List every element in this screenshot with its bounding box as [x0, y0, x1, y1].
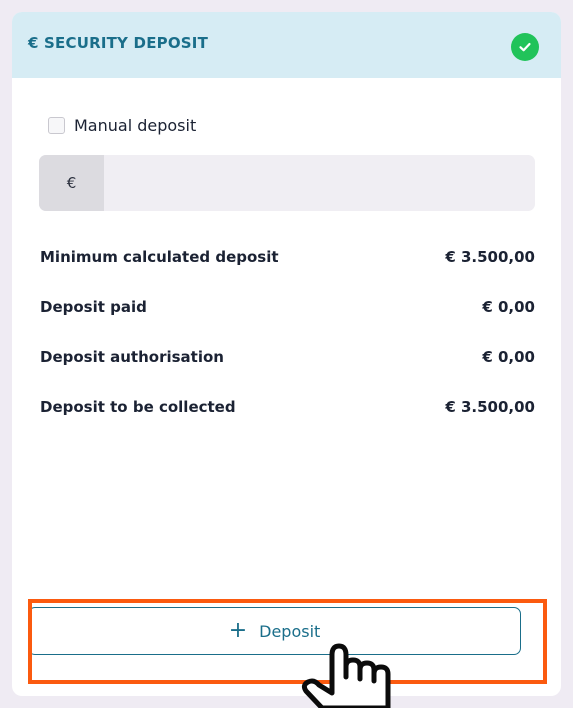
- summary-value: € 3.500,00: [445, 398, 535, 416]
- deposit-button-label: Deposit: [259, 621, 321, 641]
- manual-deposit-checkbox[interactable]: [48, 117, 65, 134]
- summary-row-deposit-to-collect: Deposit to be collected € 3.500,00: [40, 395, 535, 419]
- summary-value: € 0,00: [482, 298, 535, 316]
- deposit-button[interactable]: + Deposit: [28, 607, 521, 655]
- summary-value: € 3.500,00: [445, 248, 535, 266]
- card-title: € SECURITY DEPOSIT: [28, 34, 209, 52]
- summary-row-deposit-paid: Deposit paid € 0,00: [40, 295, 535, 319]
- deposit-amount-input[interactable]: [104, 155, 535, 211]
- plus-icon: +: [228, 618, 248, 643]
- summary-value: € 0,00: [482, 348, 535, 366]
- summary-row-minimum-deposit: Minimum calculated deposit € 3.500,00: [40, 245, 535, 269]
- summary-label: Deposit to be collected: [40, 398, 236, 416]
- security-deposit-card: € SECURITY DEPOSIT Manual deposit € Mini…: [12, 12, 561, 696]
- deposit-amount-field: €: [39, 155, 535, 211]
- summary-label: Deposit authorisation: [40, 348, 224, 366]
- summary-label: Minimum calculated deposit: [40, 248, 279, 266]
- check-circle-icon: [511, 33, 539, 61]
- card-header: € SECURITY DEPOSIT: [12, 12, 561, 78]
- currency-prefix: €: [39, 155, 104, 211]
- manual-deposit-toggle[interactable]: Manual deposit: [48, 116, 196, 135]
- summary-label: Deposit paid: [40, 298, 147, 316]
- summary-row-deposit-authorisation: Deposit authorisation € 0,00: [40, 345, 535, 369]
- manual-deposit-label: Manual deposit: [74, 116, 197, 135]
